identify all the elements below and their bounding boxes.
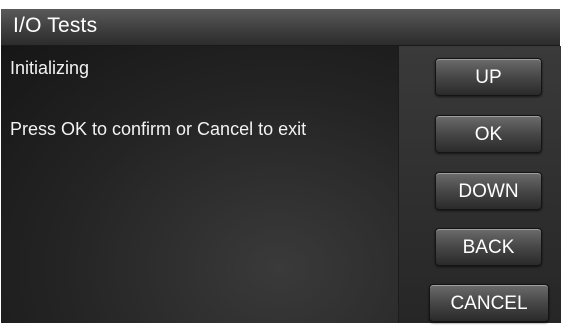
printer-panel-screen: I/O Tests Initializing Press OK to confi… [0, 0, 567, 327]
ok-button[interactable]: OK [435, 115, 542, 153]
button-panel: UP OK DOWN BACK CANCEL [398, 46, 561, 323]
page-title: I/O Tests [13, 14, 98, 37]
instruction-text: Press OK to confirm or Cancel to exit [10, 119, 307, 139]
cancel-button[interactable]: CANCEL [429, 284, 549, 322]
status-text: Initializing [10, 58, 90, 78]
message-panel: Initializing Press OK to confirm or Canc… [1, 46, 398, 323]
title-bar: I/O Tests [1, 9, 560, 46]
back-button[interactable]: BACK [435, 228, 542, 266]
down-button[interactable]: DOWN [435, 172, 542, 210]
up-button[interactable]: UP [435, 58, 542, 96]
